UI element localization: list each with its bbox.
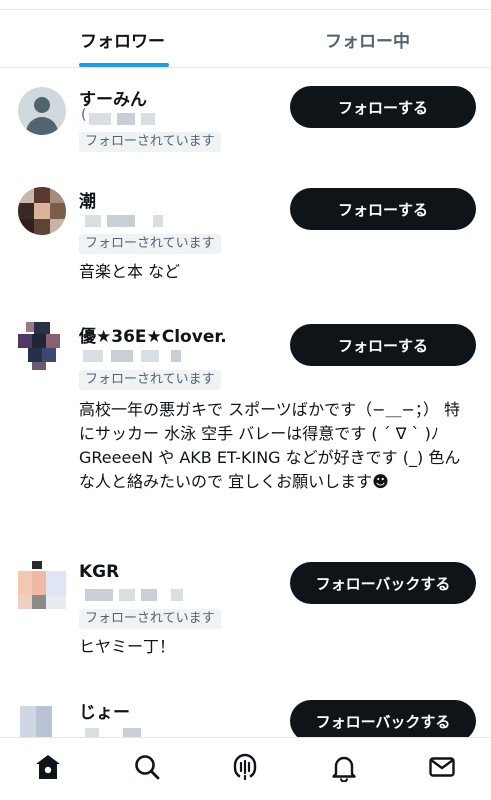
- user-bio: ヒヤミー丁！: [79, 637, 176, 656]
- spaces-icon[interactable]: [230, 752, 260, 782]
- avatar-pixel: [32, 595, 46, 609]
- avatar-pixel: [36, 706, 52, 738]
- redaction-block: [107, 215, 135, 227]
- redaction-block: [153, 215, 163, 227]
- search-icon-svg: [135, 755, 160, 780]
- avatar-pixel: [34, 203, 50, 219]
- avatar-pixel: [46, 571, 66, 595]
- avatar[interactable]: [18, 322, 66, 370]
- user-name[interactable]: 優★36E★Clover.: [79, 322, 227, 347]
- redaction-block: [141, 350, 159, 362]
- bell-icon-svg: [332, 756, 356, 782]
- avatar-pixel: [42, 348, 56, 362]
- avatar-pixel: [46, 334, 60, 348]
- avatar-pixel: [50, 219, 66, 235]
- tab-bar: フォロワー フォロー中: [0, 10, 491, 68]
- avatar-pixel: [32, 334, 46, 348]
- bottom-nav: [0, 737, 491, 800]
- avatar-pixel: [20, 706, 36, 738]
- redaction-block: [85, 215, 101, 227]
- user-list-item[interactable]: KGR フォローされています ヒヤミー丁！ フォローバックする: [0, 561, 491, 671]
- redaction-block: [83, 350, 103, 362]
- user-list-item[interactable]: 潮 フォローされています 音楽と本 など フォローする: [0, 187, 491, 297]
- redaction-block: [89, 113, 111, 125]
- avatar-pixel: [18, 571, 32, 595]
- mail-icon[interactable]: [427, 752, 457, 782]
- user-bio: 音楽と本 など: [79, 262, 181, 281]
- avatar-pixel: [32, 571, 46, 595]
- avatar-pixel: [34, 322, 50, 334]
- avatar-pixel: [32, 561, 42, 569]
- avatar-pixel: [26, 322, 34, 332]
- user-bio: 高校一年の悪ガキで スポーツばかです（−＿−；） 特にサッカー 水泳 空手 バレ…: [79, 400, 461, 491]
- avatar[interactable]: [18, 561, 66, 609]
- user-name[interactable]: じょー: [79, 698, 130, 723]
- follows-you-badge: フォローされています: [79, 234, 221, 254]
- user-handle-redacted: [79, 724, 189, 738]
- avatar[interactable]: [18, 187, 66, 235]
- avatar-pixel: [50, 203, 66, 219]
- redaction-block: [141, 113, 155, 125]
- redaction-block: [171, 350, 181, 362]
- avatar-pixel: [34, 219, 50, 235]
- avatar[interactable]: [18, 702, 66, 738]
- redaction-block: [117, 113, 135, 125]
- user-handle-redacted: (: [79, 107, 199, 129]
- home-icon-svg: [36, 755, 60, 779]
- avatar-pixel: [34, 187, 50, 203]
- redaction-block: [171, 589, 183, 601]
- mail-icon-svg: [429, 757, 455, 777]
- follow-button[interactable]: フォローする: [290, 324, 476, 366]
- user-handle-redacted: [79, 211, 199, 231]
- follow-back-button[interactable]: フォローバックする: [290, 700, 476, 738]
- avatar-pixel: [50, 187, 66, 203]
- avatar-pixel: [28, 348, 42, 362]
- user-name[interactable]: 潮: [79, 187, 96, 212]
- user-name[interactable]: KGR: [79, 562, 119, 582]
- active-tab-indicator: [79, 63, 169, 67]
- bell-icon[interactable]: [329, 752, 359, 782]
- default-avatar-head: [34, 97, 50, 113]
- default-avatar-body: [26, 117, 58, 135]
- follow-button[interactable]: フォローする: [290, 86, 476, 128]
- user-handle-redacted: [79, 585, 189, 605]
- follows-you-badge: フォローされています: [79, 370, 221, 390]
- follows-you-badge: フォローされています: [79, 609, 221, 629]
- user-list-item[interactable]: 優★36E★Clover. フォローされています 高校一年の悪ガキで スポーツば…: [0, 322, 491, 532]
- user-list-item[interactable]: じょー フォローバックする: [0, 698, 491, 738]
- user-list-item[interactable]: すーみん ( フォローされています フォローする: [0, 85, 491, 185]
- spaces-icon-svg: [233, 753, 257, 781]
- avatar[interactable]: [18, 87, 66, 135]
- tab-following[interactable]: フォロー中: [245, 10, 490, 68]
- avatar-pixel: [46, 595, 66, 609]
- avatar-pixel: [18, 595, 32, 609]
- avatar-pixel: [18, 219, 34, 235]
- follow-back-button[interactable]: フォローバックする: [290, 562, 476, 604]
- avatar-pixel: [18, 334, 32, 348]
- redaction-block: [141, 589, 157, 601]
- redaction-block: [119, 589, 135, 601]
- redaction-block: [111, 350, 133, 362]
- user-name[interactable]: すーみん: [79, 85, 147, 110]
- avatar-pixel: [32, 362, 46, 370]
- redaction-block: [85, 589, 113, 601]
- avatar-pixel: [18, 187, 34, 203]
- avatar-pixel: [18, 203, 34, 219]
- search-icon[interactable]: [132, 752, 162, 782]
- follows-you-badge: フォローされています: [79, 132, 221, 152]
- handle-prefix: (: [81, 107, 87, 123]
- follow-button[interactable]: フォローする: [290, 188, 476, 230]
- home-icon[interactable]: [33, 752, 63, 782]
- tab-followers[interactable]: フォロワー: [0, 10, 245, 68]
- user-handle-redacted: [79, 346, 189, 366]
